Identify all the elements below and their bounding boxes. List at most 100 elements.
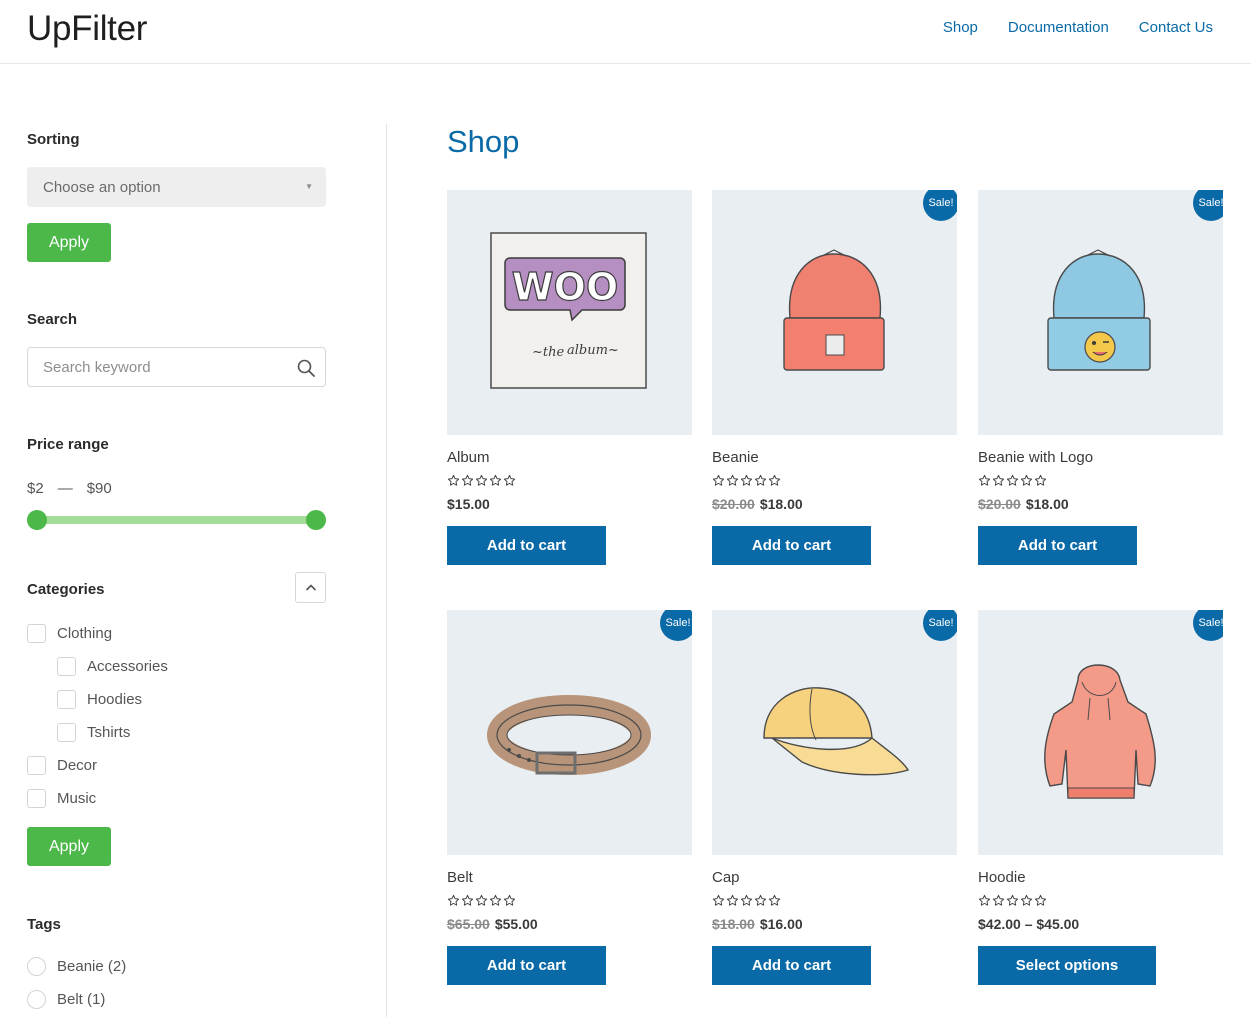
nav-contact-us[interactable]: Contact Us: [1139, 19, 1213, 36]
search-title: Search: [27, 311, 78, 328]
checkbox[interactable]: [27, 789, 46, 808]
category-item-music[interactable]: Music: [27, 789, 96, 808]
product-image[interactable]: WOO ~the album~: [447, 190, 692, 435]
current-price: $55.00: [494, 916, 538, 932]
checkbox[interactable]: [57, 657, 76, 676]
product-image[interactable]: Sale!: [978, 610, 1223, 855]
product-image[interactable]: Sale!: [447, 610, 692, 855]
categories-collapse-button[interactable]: [295, 572, 326, 603]
original-price: $20.00: [978, 496, 1021, 512]
sidebar-divider: [386, 124, 387, 1017]
price-max-label: $90: [86, 480, 112, 497]
sorting-select-value: Choose an option: [43, 179, 161, 196]
cap-icon: [763, 687, 910, 776]
star-icon: [1006, 474, 1019, 492]
product-name[interactable]: Hoodie: [978, 869, 1026, 886]
star-icon: [1020, 894, 1033, 912]
svg-text:WOO: WOO: [512, 265, 619, 309]
category-label: Clothing: [57, 625, 113, 642]
category-label: Accessories: [87, 658, 168, 675]
product-image[interactable]: Sale!: [712, 610, 957, 855]
add-to-cart-button[interactable]: Add to cart: [978, 526, 1137, 565]
star-icon: [712, 474, 725, 492]
radio-button[interactable]: [27, 957, 46, 976]
radio-button[interactable]: [27, 990, 46, 1009]
category-item-hoodies[interactable]: Hoodies: [57, 690, 142, 709]
tag-label: Belt (1): [57, 991, 106, 1008]
rating-stars: [712, 894, 781, 912]
category-label: Tshirts: [87, 724, 131, 741]
original-price: $18.00: [712, 916, 755, 932]
checkbox[interactable]: [27, 756, 46, 775]
tag-item-belt[interactable]: Belt (1): [27, 990, 105, 1009]
price-separator: —: [57, 480, 73, 497]
add-to-cart-button[interactable]: Add to cart: [447, 526, 606, 565]
page-title: Shop: [447, 124, 520, 159]
add-to-cart-button[interactable]: Add to cart: [447, 946, 606, 985]
product-name[interactable]: Belt: [447, 869, 473, 886]
product-name[interactable]: Album: [447, 449, 490, 466]
star-icon: [461, 474, 474, 492]
current-price: $42.00 – $45.00: [978, 916, 1080, 932]
checkbox[interactable]: [57, 690, 76, 709]
search-input[interactable]: [28, 348, 278, 386]
product-card-beanie: Sale! Beanie $20.00 $18.00 Add to cart: [712, 190, 958, 565]
current-price: $15.00: [447, 496, 490, 512]
site-logo[interactable]: UpFilter: [27, 9, 147, 49]
product-price: $42.00 – $45.00: [978, 916, 1079, 932]
slider-handle-max[interactable]: [306, 510, 326, 530]
star-icon: [461, 894, 474, 912]
star-icon: [992, 474, 1005, 492]
sorting-apply-button[interactable]: Apply: [27, 223, 111, 262]
product-name[interactable]: Cap: [712, 869, 740, 886]
select-options-button[interactable]: Select options: [978, 946, 1156, 985]
belt-icon: [487, 695, 651, 775]
category-item-decor[interactable]: Decor: [27, 756, 97, 775]
star-icon: [503, 894, 516, 912]
price-range-slider[interactable]: [27, 509, 326, 531]
product-card-album: WOO ~the album~ Album $15.00 Add to cart: [447, 190, 693, 565]
chevron-down-icon: ▼: [305, 182, 313, 191]
nav-shop[interactable]: Shop: [943, 19, 978, 36]
search-icon[interactable]: [297, 359, 315, 377]
slider-handle-min[interactable]: [27, 510, 47, 530]
categories-title: Categories: [27, 581, 105, 598]
beanie-logo-icon: [1047, 249, 1151, 371]
rating-stars: [712, 474, 781, 492]
checkbox[interactable]: [57, 723, 76, 742]
product-name[interactable]: Beanie: [712, 449, 759, 466]
product-price: $18.00 $16.00: [712, 916, 803, 932]
tags-title: Tags: [27, 916, 61, 933]
star-icon: [992, 894, 1005, 912]
product-image[interactable]: Sale!: [978, 190, 1223, 435]
star-icon: [712, 894, 725, 912]
star-icon: [489, 894, 502, 912]
category-item-clothing[interactable]: Clothing: [27, 624, 112, 643]
category-item-tshirts[interactable]: Tshirts: [57, 723, 130, 742]
tag-label: Beanie (2): [57, 958, 127, 975]
star-icon: [1034, 894, 1047, 912]
add-to-cart-button[interactable]: Add to cart: [712, 946, 871, 985]
sorting-title: Sorting: [27, 131, 80, 148]
tag-item-beanie[interactable]: Beanie (2): [27, 957, 126, 976]
star-icon: [740, 474, 753, 492]
star-icon: [475, 474, 488, 492]
category-label: Hoodies: [87, 691, 143, 708]
original-price: $20.00: [712, 496, 755, 512]
product-card-belt: Sale! Belt $65.00 $55.00 Add to cart: [447, 610, 693, 985]
beanie-icon: [783, 249, 885, 371]
nav-documentation[interactable]: Documentation: [1008, 19, 1109, 36]
checkbox[interactable]: [27, 624, 46, 643]
categories-apply-button[interactable]: Apply: [27, 827, 111, 866]
current-price: $18.00: [759, 496, 803, 512]
rating-stars: [978, 894, 1047, 912]
site-header: UpFilter Shop Documentation Contact Us: [0, 0, 1251, 64]
product-image[interactable]: Sale!: [712, 190, 957, 435]
star-icon: [726, 894, 739, 912]
album-icon: WOO ~the album~: [490, 232, 647, 389]
add-to-cart-button[interactable]: Add to cart: [712, 526, 871, 565]
product-name[interactable]: Beanie with Logo: [978, 449, 1093, 466]
category-item-accessories[interactable]: Accessories: [57, 657, 168, 676]
star-icon: [475, 894, 488, 912]
sorting-select[interactable]: Choose an option ▼: [27, 167, 326, 207]
